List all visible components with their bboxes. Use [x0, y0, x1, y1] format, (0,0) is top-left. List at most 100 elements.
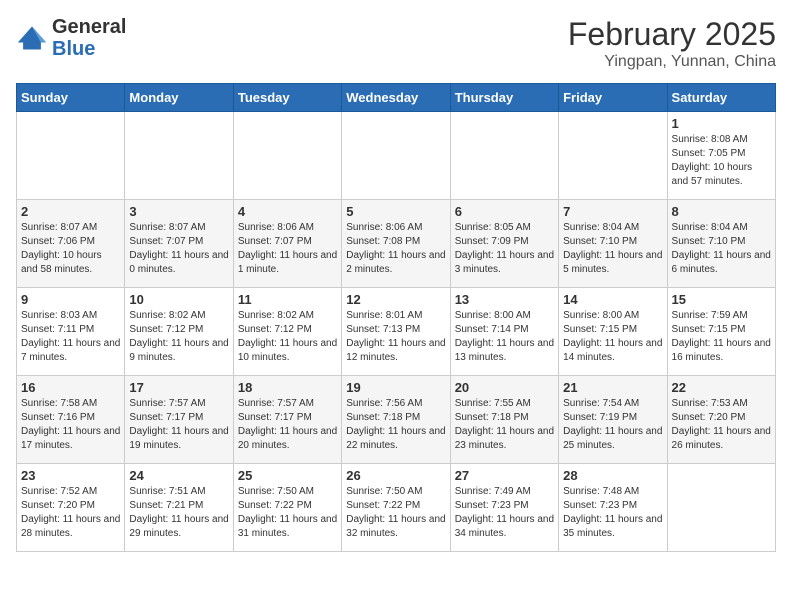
calendar-cell: 28Sunrise: 7:48 AM Sunset: 7:23 PM Dayli…: [559, 464, 667, 552]
calendar-cell: 3 Sunrise: 8:07 AM Sunset: 7:07 PM Daylig…: [125, 200, 233, 288]
day-info: Sunrise: 8:04 AM Sunset: 7:10 PM Dayligh…: [563, 221, 662, 277]
day-number: 8: [672, 204, 771, 219]
calendar-cell: 10Sunrise: 8:02 AM Sunset: 7:12 PM Dayli…: [125, 288, 233, 376]
day-number: 24: [129, 468, 228, 483]
day-number: 4: [238, 204, 337, 219]
calendar-cell: [559, 112, 667, 200]
day-number: 1: [672, 116, 771, 131]
calendar-cell: 5 Sunrise: 8:06 AM Sunset: 7:08 PM Daylig…: [342, 200, 450, 288]
month-title: February 2025: [568, 16, 776, 53]
calendar-cell: 9Sunrise: 8:03 AM Sunset: 7:11 PM Daylig…: [17, 288, 125, 376]
day-number: 5: [346, 204, 445, 219]
day-info: Sunrise: 8:08 AM Sunset: 7:05 PM Dayligh…: [672, 133, 771, 189]
day-number: 6: [455, 204, 554, 219]
day-info: Sunrise: 8:02 AM Sunset: 7:12 PM Dayligh…: [129, 309, 228, 365]
day-info: Sunrise: 8:06 AM Sunset: 7:08 PM Dayligh…: [346, 221, 445, 277]
day-number: 14: [563, 292, 662, 307]
calendar-cell: 1 Sunrise: 8:08 AM Sunset: 7:05 PM Daylig…: [667, 112, 775, 200]
day-info: Sunrise: 8:07 AM Sunset: 7:06 PM Dayligh…: [21, 221, 120, 277]
calendar-cell: 18 Sunrise: 7:57 AM Sunset: 7:17 PM Dayli…: [233, 376, 341, 464]
week-row-4: 23 Sunrise: 7:52 AM Sunset: 7:20 PM Dayli…: [17, 464, 776, 552]
day-info: Sunrise: 8:00 AM Sunset: 7:15 PM Dayligh…: [563, 309, 662, 365]
day-info: Sunrise: 8:02 AM Sunset: 7:12 PM Dayligh…: [238, 309, 337, 365]
day-number: 12: [346, 292, 445, 307]
weekday-header-thursday: Thursday: [450, 84, 558, 112]
day-number: 11: [238, 292, 337, 307]
calendar-cell: 15 Sunrise: 7:59 AM Sunset: 7:15 PM Dayli…: [667, 288, 775, 376]
weekday-header-friday: Friday: [559, 84, 667, 112]
calendar-cell: 14 Sunrise: 8:00 AM Sunset: 7:15 PM Dayli…: [559, 288, 667, 376]
day-number: 3: [129, 204, 228, 219]
calendar-cell: 4 Sunrise: 8:06 AM Sunset: 7:07 PM Daylig…: [233, 200, 341, 288]
calendar-cell: [342, 112, 450, 200]
day-info: Sunrise: 8:07 AM Sunset: 7:07 PM Dayligh…: [129, 221, 228, 277]
weekday-header-monday: Monday: [125, 84, 233, 112]
calendar-cell: 13Sunrise: 8:00 AM Sunset: 7:14 PM Dayli…: [450, 288, 558, 376]
calendar-cell: [125, 112, 233, 200]
day-number: 26: [346, 468, 445, 483]
day-number: 23: [21, 468, 120, 483]
calendar-table: SundayMondayTuesdayWednesdayThursdayFrid…: [16, 83, 776, 552]
calendar-cell: 11 Sunrise: 8:02 AM Sunset: 7:12 PM Dayli…: [233, 288, 341, 376]
day-info: Sunrise: 7:57 AM Sunset: 7:17 PM Dayligh…: [129, 397, 228, 453]
calendar-cell: 7 Sunrise: 8:04 AM Sunset: 7:10 PM Daylig…: [559, 200, 667, 288]
week-row-1: 2 Sunrise: 8:07 AM Sunset: 7:06 PM Daylig…: [17, 200, 776, 288]
weekday-header-tuesday: Tuesday: [233, 84, 341, 112]
calendar-cell: 16Sunrise: 7:58 AM Sunset: 7:16 PM Dayli…: [17, 376, 125, 464]
day-number: 21: [563, 380, 662, 395]
calendar-cell: [667, 464, 775, 552]
day-info: Sunrise: 7:50 AM Sunset: 7:22 PM Dayligh…: [346, 485, 445, 541]
day-info: Sunrise: 7:56 AM Sunset: 7:18 PM Dayligh…: [346, 397, 445, 453]
weekday-header-sunday: Sunday: [17, 84, 125, 112]
day-info: Sunrise: 7:59 AM Sunset: 7:15 PM Dayligh…: [672, 309, 771, 365]
day-info: Sunrise: 8:05 AM Sunset: 7:09 PM Dayligh…: [455, 221, 554, 277]
day-number: 27: [455, 468, 554, 483]
calendar-cell: [17, 112, 125, 200]
calendar-cell: 6 Sunrise: 8:05 AM Sunset: 7:09 PM Daylig…: [450, 200, 558, 288]
calendar-cell: 2 Sunrise: 8:07 AM Sunset: 7:06 PM Daylig…: [17, 200, 125, 288]
calendar-cell: 22 Sunrise: 7:53 AM Sunset: 7:20 PM Dayli…: [667, 376, 775, 464]
logo-icon: [16, 24, 48, 52]
day-info: Sunrise: 7:51 AM Sunset: 7:21 PM Dayligh…: [129, 485, 228, 541]
day-number: 28: [563, 468, 662, 483]
calendar-cell: [233, 112, 341, 200]
day-number: 13: [455, 292, 554, 307]
day-info: Sunrise: 7:58 AM Sunset: 7:16 PM Dayligh…: [21, 397, 120, 453]
weekday-header-row: SundayMondayTuesdayWednesdayThursdayFrid…: [17, 84, 776, 112]
calendar-cell: 8 Sunrise: 8:04 AM Sunset: 7:10 PM Daylig…: [667, 200, 775, 288]
day-number: 9: [21, 292, 120, 307]
calendar-cell: 19 Sunrise: 7:56 AM Sunset: 7:18 PM Dayli…: [342, 376, 450, 464]
day-info: Sunrise: 7:50 AM Sunset: 7:22 PM Dayligh…: [238, 485, 337, 541]
calendar-cell: 26 Sunrise: 7:50 AM Sunset: 7:22 PM Dayli…: [342, 464, 450, 552]
day-info: Sunrise: 7:54 AM Sunset: 7:19 PM Dayligh…: [563, 397, 662, 453]
day-number: 17: [129, 380, 228, 395]
week-row-2: 9Sunrise: 8:03 AM Sunset: 7:11 PM Daylig…: [17, 288, 776, 376]
page-header: General Blue February 2025 Yingpan, Yunn…: [16, 16, 776, 71]
day-number: 25: [238, 468, 337, 483]
location-subtitle: Yingpan, Yunnan, China: [568, 53, 776, 71]
calendar-cell: 12Sunrise: 8:01 AM Sunset: 7:13 PM Dayli…: [342, 288, 450, 376]
day-info: Sunrise: 7:55 AM Sunset: 7:18 PM Dayligh…: [455, 397, 554, 453]
calendar-cell: 17 Sunrise: 7:57 AM Sunset: 7:17 PM Dayli…: [125, 376, 233, 464]
day-number: 19: [346, 380, 445, 395]
day-info: Sunrise: 7:49 AM Sunset: 7:23 PM Dayligh…: [455, 485, 554, 541]
day-number: 2: [21, 204, 120, 219]
day-info: Sunrise: 7:57 AM Sunset: 7:17 PM Dayligh…: [238, 397, 337, 453]
day-number: 22: [672, 380, 771, 395]
day-number: 7: [563, 204, 662, 219]
calendar-cell: 23 Sunrise: 7:52 AM Sunset: 7:20 PM Dayli…: [17, 464, 125, 552]
day-info: Sunrise: 8:04 AM Sunset: 7:10 PM Dayligh…: [672, 221, 771, 277]
day-number: 18: [238, 380, 337, 395]
calendar-cell: 24 Sunrise: 7:51 AM Sunset: 7:21 PM Dayli…: [125, 464, 233, 552]
day-info: Sunrise: 7:53 AM Sunset: 7:20 PM Dayligh…: [672, 397, 771, 453]
day-number: 15: [672, 292, 771, 307]
title-block: February 2025 Yingpan, Yunnan, China: [568, 16, 776, 71]
weekday-header-saturday: Saturday: [667, 84, 775, 112]
day-number: 20: [455, 380, 554, 395]
day-info: Sunrise: 7:52 AM Sunset: 7:20 PM Dayligh…: [21, 485, 120, 541]
weekday-header-wednesday: Wednesday: [342, 84, 450, 112]
calendar-cell: 21 Sunrise: 7:54 AM Sunset: 7:19 PM Dayli…: [559, 376, 667, 464]
day-info: Sunrise: 8:06 AM Sunset: 7:07 PM Dayligh…: [238, 221, 337, 277]
calendar-cell: 20 Sunrise: 7:55 AM Sunset: 7:18 PM Dayli…: [450, 376, 558, 464]
calendar-cell: 27 Sunrise: 7:49 AM Sunset: 7:23 PM Dayli…: [450, 464, 558, 552]
